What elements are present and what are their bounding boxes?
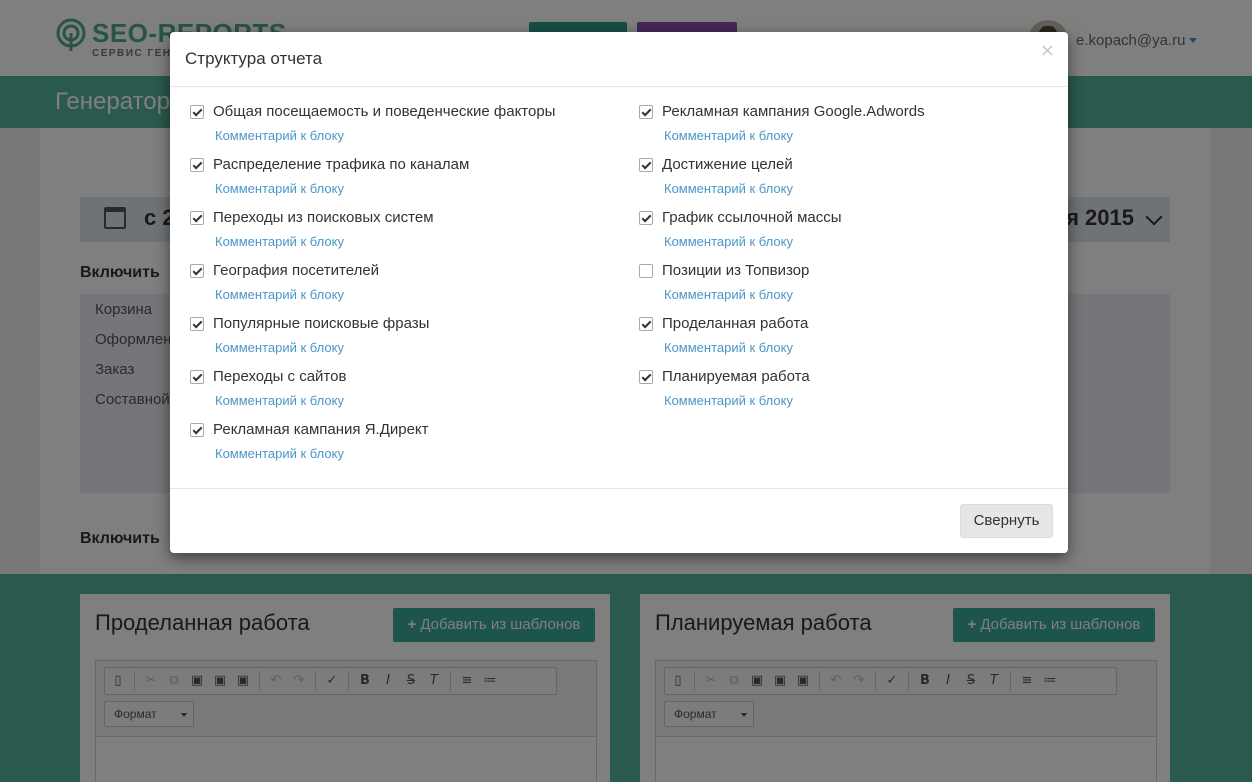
block-checkbox[interactable] [190, 423, 204, 437]
report-block: Популярные поисковые фразы Комментарий к … [190, 315, 610, 365]
block-label[interactable]: Планируемая работа [662, 368, 810, 385]
block-label[interactable]: Проделанная работа [662, 315, 808, 332]
report-block: Переходы из поисковых систем Комментарий … [190, 209, 610, 259]
report-block: Проделанная работа Комментарий к блоку [639, 315, 1059, 365]
block-label[interactable]: Распределение трафика по каналам [213, 156, 469, 173]
block-comment-link[interactable]: Комментарий к блоку [215, 446, 344, 461]
block-checkbox[interactable] [190, 105, 204, 119]
block-checkbox[interactable] [190, 158, 204, 172]
block-comment-link[interactable]: Комментарий к блоку [215, 393, 344, 408]
report-block: Распределение трафика по каналам Коммента… [190, 156, 610, 206]
collapse-button[interactable]: Свернуть [960, 504, 1053, 538]
block-checkbox[interactable] [190, 317, 204, 331]
block-comment-link[interactable]: Комментарий к блоку [215, 181, 344, 196]
block-checkbox[interactable] [639, 211, 653, 225]
block-label[interactable]: География посетителей [213, 262, 379, 279]
report-structure-modal: Структура отчета × Общая посещаемость и … [170, 32, 1068, 553]
block-checkbox[interactable] [639, 158, 653, 172]
block-label[interactable]: Переходы с сайтов [213, 368, 346, 385]
block-label[interactable]: Рекламная кампания Google.Adwords [662, 103, 925, 120]
report-block: Достижение целей Комментарий к блоку [639, 156, 1059, 206]
block-comment-link[interactable]: Комментарий к блоку [664, 181, 793, 196]
report-block: Рекламная кампания Google.Adwords Коммент… [639, 103, 1059, 153]
block-label[interactable]: Достижение целей [662, 156, 793, 173]
block-checkbox[interactable] [190, 211, 204, 225]
block-checkbox[interactable] [639, 105, 653, 119]
report-block: Рекламная кампания Я.Директ Комментарий к… [190, 421, 610, 471]
block-checkbox[interactable] [190, 264, 204, 278]
report-block: График ссылочной массы Комментарий к блок… [639, 209, 1059, 259]
report-block: Общая посещаемость и поведенческие факто… [190, 103, 610, 153]
block-comment-link[interactable]: Комментарий к блоку [664, 128, 793, 143]
block-label[interactable]: Позиции из Топвизор [662, 262, 809, 279]
report-block: Позиции из Топвизор Комментарий к блоку [639, 262, 1059, 312]
block-checkbox[interactable] [190, 370, 204, 384]
block-checkbox[interactable] [639, 264, 653, 278]
block-checkbox[interactable] [639, 317, 653, 331]
block-label[interactable]: Популярные поисковые фразы [213, 315, 429, 332]
modal-footer: Свернуть [170, 488, 1068, 553]
block-comment-link[interactable]: Комментарий к блоку [664, 287, 793, 302]
block-comment-link[interactable]: Комментарий к блоку [664, 340, 793, 355]
block-comment-link[interactable]: Комментарий к блоку [664, 234, 793, 249]
report-block: Переходы с сайтов Комментарий к блоку [190, 368, 610, 418]
modal-header: Структура отчета × [170, 32, 1068, 87]
report-block: География посетителей Комментарий к блоку [190, 262, 610, 312]
block-comment-link[interactable]: Комментарий к блоку [664, 393, 793, 408]
close-icon[interactable]: × [1040, 40, 1055, 61]
block-checkbox[interactable] [639, 370, 653, 384]
block-label[interactable]: График ссылочной массы [662, 209, 842, 226]
block-comment-link[interactable]: Комментарий к блоку [215, 234, 344, 249]
block-comment-link[interactable]: Комментарий к блоку [215, 340, 344, 355]
modal-title: Структура отчета [185, 49, 323, 68]
block-comment-link[interactable]: Комментарий к блоку [215, 287, 344, 302]
report-block: Планируемая работа Комментарий к блоку [639, 368, 1059, 418]
block-comment-link[interactable]: Комментарий к блоку [215, 128, 344, 143]
block-label[interactable]: Переходы из поисковых систем [213, 209, 434, 226]
block-label[interactable]: Общая посещаемость и поведенческие факто… [213, 103, 555, 120]
block-label[interactable]: Рекламная кампания Я.Директ [213, 421, 429, 438]
